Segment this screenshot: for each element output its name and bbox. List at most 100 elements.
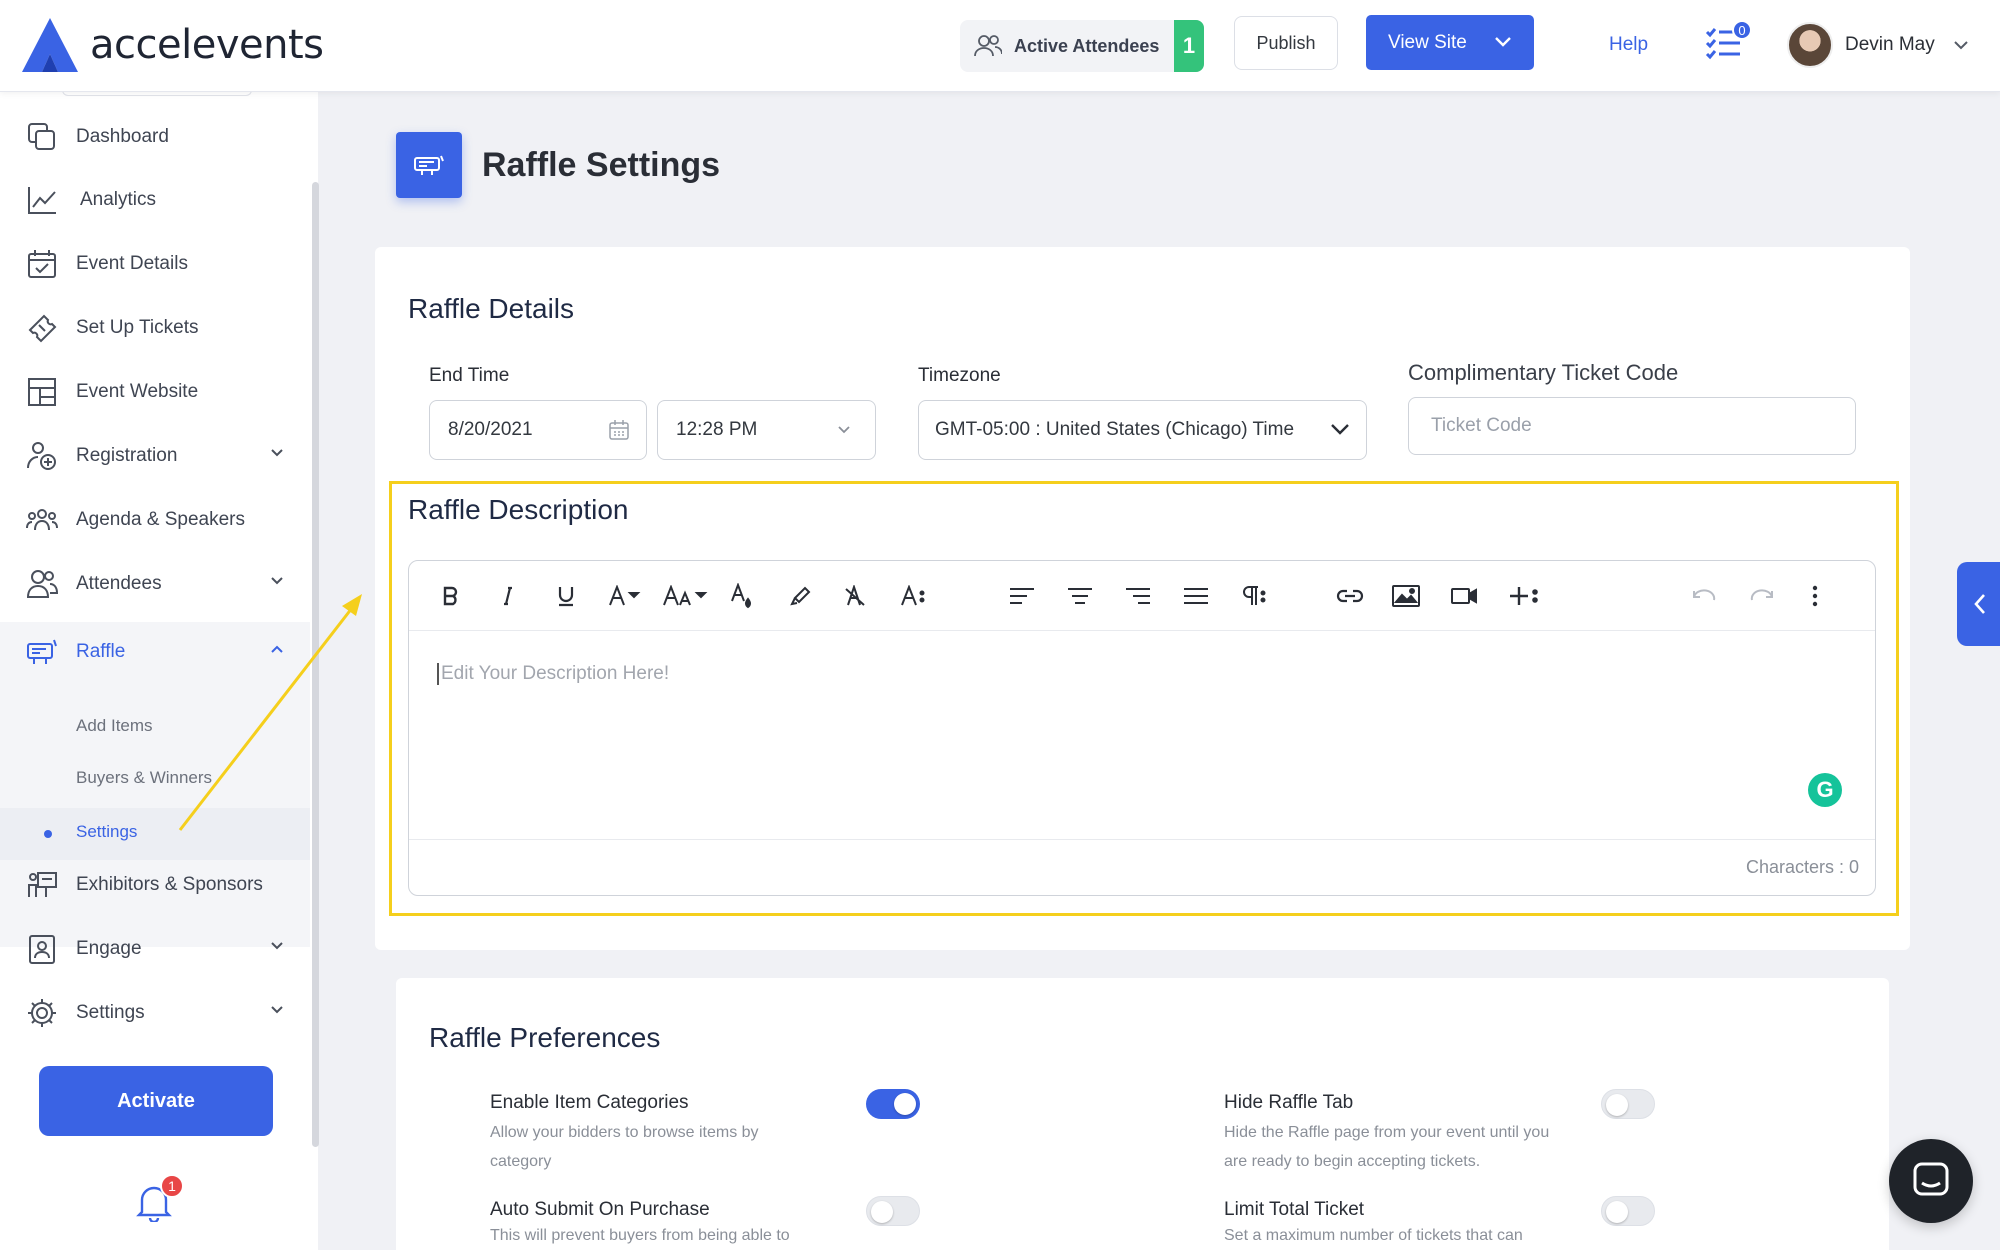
sidebar-item-analytics[interactable]: Analytics bbox=[0, 170, 310, 230]
chevron-down-icon bbox=[1954, 41, 1968, 50]
hide-raffle-tab-toggle[interactable] bbox=[1601, 1089, 1655, 1119]
toggle-knob bbox=[1606, 1201, 1628, 1223]
sidebar-item-event-website[interactable]: Event Website bbox=[0, 362, 310, 422]
paragraph-format-button[interactable] bbox=[1239, 581, 1269, 611]
sidebar-item-exhibitors-sponsors[interactable]: Exhibitors & Sponsors bbox=[0, 855, 310, 915]
end-time-label: End Time bbox=[429, 365, 510, 386]
highlight-button[interactable] bbox=[785, 581, 815, 611]
timezone-select[interactable]: GMT-05:00 : United States (Chicago) Time bbox=[918, 400, 1367, 460]
sidebar: Dashboard Analytics Event Details Set Up… bbox=[0, 90, 319, 1250]
justify-button[interactable] bbox=[1181, 581, 1211, 611]
sidebar-item-settings[interactable]: Settings bbox=[0, 983, 310, 1043]
insert-image-button[interactable] bbox=[1391, 581, 1421, 611]
sidebar-item-label: Event Details bbox=[76, 253, 188, 274]
sidebar-item-registration[interactable]: Registration bbox=[0, 426, 310, 486]
ticket-code-label: Complimentary Ticket Code bbox=[1408, 360, 1679, 385]
active-attendees-label: Active Attendees bbox=[1014, 35, 1160, 56]
pref-title: Hide Raffle Tab bbox=[1224, 1092, 1354, 1113]
sidebar-sub-settings-row[interactable]: Settings bbox=[0, 808, 310, 860]
italic-button[interactable] bbox=[493, 581, 523, 611]
sidebar-item-raffle[interactable]: Raffle bbox=[0, 622, 310, 682]
view-site-button[interactable]: View Site bbox=[1366, 15, 1534, 70]
chat-launcher[interactable] bbox=[1889, 1139, 1973, 1223]
text-color-button[interactable] bbox=[727, 581, 757, 611]
insert-link-button[interactable] bbox=[1333, 581, 1367, 611]
auto-submit-toggle[interactable] bbox=[866, 1196, 920, 1226]
help-link[interactable]: Help bbox=[1609, 34, 1648, 56]
exhibitor-icon bbox=[28, 872, 57, 897]
activate-button[interactable]: Activate bbox=[39, 1066, 273, 1136]
tasks-button[interactable]: 0 bbox=[1704, 20, 1752, 65]
link-icon bbox=[1336, 589, 1364, 603]
toggle-knob bbox=[894, 1093, 916, 1115]
pref-title: Limit Total Ticket bbox=[1224, 1199, 1365, 1220]
limit-total-ticket-toggle[interactable] bbox=[1601, 1196, 1655, 1226]
font-size-icon bbox=[663, 585, 708, 606]
top-bar: accelevents Active Attendees 1 Publish V… bbox=[0, 0, 2000, 92]
character-count: Characters : 0 bbox=[1745, 857, 1859, 877]
raffle-description-title: Raffle Description bbox=[408, 494, 629, 525]
font-size-button[interactable] bbox=[663, 581, 711, 611]
insert-more-button[interactable] bbox=[1507, 581, 1541, 611]
paragraph-style-button[interactable] bbox=[899, 581, 929, 611]
enable-item-categories-toggle[interactable] bbox=[866, 1089, 920, 1119]
page-title: Raffle Settings bbox=[482, 145, 721, 184]
video-icon bbox=[1451, 588, 1477, 604]
panel-collapse-tab[interactable] bbox=[1957, 562, 2000, 646]
more-options-button[interactable] bbox=[1805, 581, 1825, 611]
attendees-icon bbox=[26, 570, 58, 598]
align-left-button[interactable] bbox=[1007, 581, 1037, 611]
undo-icon bbox=[1693, 589, 1716, 601]
chevron-down-icon[interactable] bbox=[1494, 35, 1512, 49]
active-attendees-pill[interactable]: Active Attendees 1 bbox=[960, 20, 1204, 72]
bold-icon bbox=[443, 586, 458, 606]
sidebar-item-set-up-tickets[interactable]: Set Up Tickets bbox=[0, 298, 310, 358]
clear-formatting-button[interactable] bbox=[841, 581, 871, 611]
end-time-select[interactable]: 12:28 PM bbox=[657, 400, 876, 460]
sidebar-item-agenda-speakers[interactable]: Agenda & Speakers bbox=[0, 490, 310, 550]
sidebar-item-engage[interactable]: Engage bbox=[0, 919, 310, 979]
editor-placeholder[interactable]: Edit Your Description Here! bbox=[437, 663, 669, 685]
sidebar-item-event-details[interactable]: Event Details bbox=[0, 234, 310, 294]
more-vertical-icon bbox=[1812, 585, 1818, 607]
calendar-icon bbox=[28, 250, 56, 278]
sidebar-item-label: Engage bbox=[76, 938, 142, 959]
font-family-button[interactable] bbox=[607, 581, 649, 611]
clear-format-icon bbox=[845, 585, 865, 606]
pref-title: Auto Submit On Purchase bbox=[490, 1199, 710, 1220]
underline-button[interactable] bbox=[551, 581, 581, 611]
notifications-button[interactable]: 1 bbox=[136, 1174, 184, 1227]
user-menu[interactable]: Devin May bbox=[1787, 22, 1969, 68]
calendar-icon[interactable] bbox=[608, 419, 630, 441]
chevron-down-icon bbox=[1331, 424, 1349, 435]
sidebar-scrollbar[interactable] bbox=[312, 182, 319, 1147]
notification-badge: 1 bbox=[160, 1174, 184, 1198]
pref-hide-raffle-tab: Hide Raffle Tab Hide the Raffle page fro… bbox=[1224, 1092, 1554, 1176]
align-center-button[interactable] bbox=[1065, 581, 1095, 611]
grammarly-icon[interactable]: G bbox=[1808, 773, 1842, 807]
sidebar-sub-buyers-winners[interactable]: Buyers & Winners bbox=[76, 768, 212, 788]
brand-name: accelevents bbox=[90, 22, 324, 68]
sidebar-sub-add-items[interactable]: Add Items bbox=[76, 716, 153, 736]
description-editor[interactable]: Edit Your Description Here! G Characters… bbox=[408, 560, 1876, 896]
insert-video-button[interactable] bbox=[1449, 581, 1479, 611]
undo-button[interactable] bbox=[1689, 581, 1719, 611]
sidebar-sub-settings[interactable]: Settings bbox=[76, 822, 137, 842]
chevron-down-icon bbox=[271, 577, 283, 585]
bold-button[interactable] bbox=[435, 581, 465, 611]
pref-description: This will prevent buyers from being able… bbox=[490, 1227, 790, 1244]
gear-icon bbox=[28, 999, 56, 1027]
text-color-icon bbox=[731, 583, 751, 609]
publish-button[interactable]: Publish bbox=[1234, 16, 1338, 70]
redo-button[interactable] bbox=[1747, 581, 1777, 611]
brand-logo[interactable]: accelevents bbox=[20, 16, 324, 74]
align-right-button[interactable] bbox=[1123, 581, 1153, 611]
pref-description: Hide the Raffle page from your event unt… bbox=[1224, 1124, 1550, 1170]
end-date-input[interactable]: 8/20/2021 bbox=[429, 400, 647, 460]
align-left-icon bbox=[1010, 588, 1034, 604]
ticket-code-input[interactable]: Ticket Code bbox=[1408, 397, 1856, 455]
sidebar-item-attendees[interactable]: Attendees bbox=[0, 554, 310, 614]
align-right-icon bbox=[1126, 588, 1150, 604]
highlighter-icon bbox=[790, 586, 811, 606]
sidebar-item-dashboard[interactable]: Dashboard bbox=[0, 107, 310, 167]
